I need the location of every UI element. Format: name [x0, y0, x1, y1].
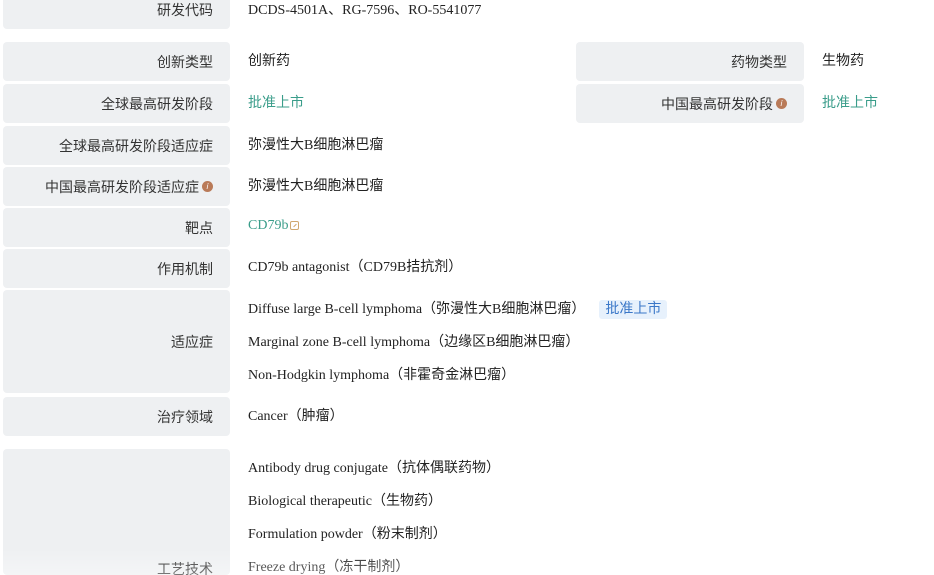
- drug-detail-table: 研发代码 DCDS-4501A、RG-7596、RO-5541077 创新类型 …: [0, 0, 934, 575]
- external-link-icon[interactable]: [290, 221, 300, 230]
- value-therapeutic-area: Cancer（肿瘤）: [248, 409, 344, 424]
- label-indications: 适应症: [3, 290, 230, 393]
- value-target[interactable]: CD79b: [248, 217, 300, 235]
- label-global-phase: 全球最高研发阶段: [3, 84, 230, 123]
- label-rd-code: 研发代码: [3, 0, 230, 29]
- label-target: 靶点: [3, 208, 230, 247]
- info-icon[interactable]: i: [776, 98, 787, 109]
- indication-item: Diffuse large B-cell lymphoma（弥漫性大B细胞淋巴瘤…: [248, 300, 668, 319]
- info-icon[interactable]: i: [202, 181, 213, 192]
- label-drug-type: 药物类型: [576, 42, 804, 81]
- value-china-indication: 弥漫性大B细胞淋巴瘤: [248, 179, 384, 194]
- label-china-indication-text: 中国最高研发阶段适应症: [45, 180, 199, 196]
- technology-item: Antibody drug conjugate（抗体偶联药物）: [248, 461, 500, 476]
- value-global-indication: 弥漫性大B细胞淋巴瘤: [248, 138, 384, 153]
- technology-item: Freeze drying（冻干制剂）: [248, 560, 410, 575]
- label-global-indication: 全球最高研发阶段适应症: [3, 126, 230, 165]
- indication-item: Non-Hodgkin lymphoma（非霍奇金淋巴瘤）: [248, 368, 516, 383]
- value-rd-code: DCDS-4501A、RG-7596、RO-5541077: [248, 3, 482, 18]
- label-china-indication: 中国最高研发阶段适应症 i: [3, 167, 230, 206]
- value-mechanism: CD79b antagonist（CD79B拮抗剂）: [248, 260, 463, 275]
- technology-item: Formulation powder（粉末制剂）: [248, 527, 447, 542]
- approved-badge: 批准上市: [599, 300, 668, 319]
- technology-item: Biological therapeutic（生物药）: [248, 494, 443, 509]
- label-mechanism: 作用机制: [3, 249, 230, 288]
- value-global-phase-link[interactable]: 批准上市: [248, 95, 304, 113]
- value-drug-type: 生物药: [822, 54, 864, 69]
- label-technology-text: 工艺技术: [157, 563, 213, 575]
- label-china-phase-text: 中国最高研发阶段: [661, 97, 773, 113]
- label-innovation-type: 创新类型: [3, 42, 230, 81]
- label-china-phase: 中国最高研发阶段 i: [576, 84, 804, 123]
- label-technology: 工艺技术: [3, 449, 230, 575]
- value-innovation-type: 创新药: [248, 54, 290, 69]
- value-china-phase-link[interactable]: 批准上市: [822, 95, 878, 113]
- indication-item: Marginal zone B-cell lymphoma（边缘区B细胞淋巴瘤）: [248, 335, 580, 350]
- target-link[interactable]: CD79b: [248, 218, 288, 233]
- indication-item-text: Diffuse large B-cell lymphoma（弥漫性大B细胞淋巴瘤…: [248, 302, 586, 317]
- label-therapeutic-area: 治疗领域: [3, 397, 230, 436]
